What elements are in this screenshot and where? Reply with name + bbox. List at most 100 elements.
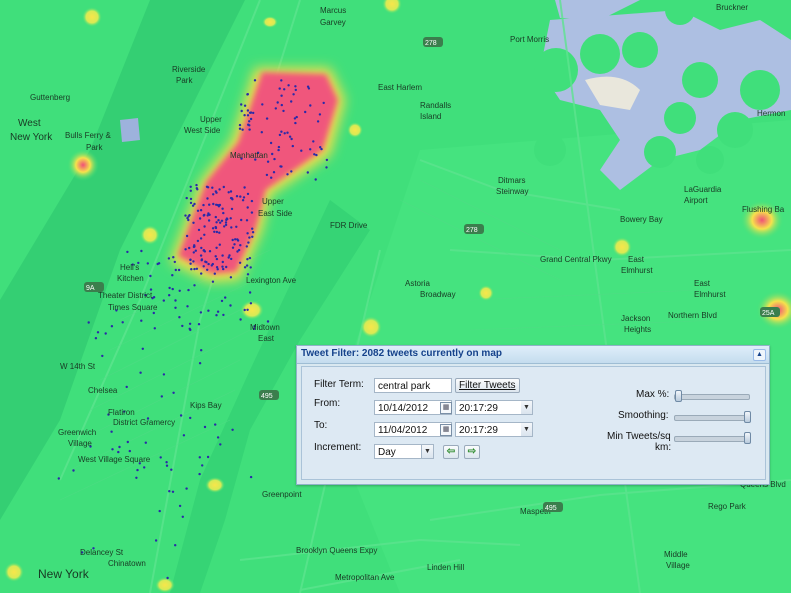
tweet-dot xyxy=(139,371,142,374)
map-label: Marcus xyxy=(320,6,346,15)
tweet-dot xyxy=(189,258,192,262)
tweet-dot xyxy=(158,509,161,513)
tweet-dot xyxy=(154,539,158,542)
tweet-dot xyxy=(246,109,250,112)
map-label: Grand Central Pkwy xyxy=(540,255,612,264)
map-label: Heights xyxy=(624,325,651,334)
tweet-dot xyxy=(196,209,200,212)
tweet-dot xyxy=(243,308,246,312)
slider-thumb[interactable] xyxy=(744,411,751,423)
smoothing-label: Smoothing: xyxy=(618,410,669,421)
tweet-dot xyxy=(153,327,156,330)
filter-term-input[interactable]: central park xyxy=(374,378,452,393)
tweet-dot xyxy=(186,216,189,220)
tweet-dot xyxy=(211,280,215,283)
map-label: Guttenberg xyxy=(30,93,70,102)
smoothing-slider[interactable] xyxy=(674,411,751,423)
heatmap-map[interactable]: Marcus Garvey Riverside Park Port Morris East… xyxy=(0,0,791,593)
tweet-dot xyxy=(197,323,201,326)
tweet-dot xyxy=(190,268,193,271)
increment-dropdown-icon[interactable]: ▼ xyxy=(422,444,434,459)
next-arrow-icon[interactable]: ⇨ xyxy=(464,445,480,459)
from-time-input[interactable]: 20:17:29 xyxy=(455,400,522,415)
tweet-dot xyxy=(206,268,209,271)
tweet-dot xyxy=(219,221,222,224)
max-percent-slider[interactable] xyxy=(674,390,750,402)
from-time-dropdown-icon[interactable]: ▼ xyxy=(521,400,533,415)
tweet-dot xyxy=(280,130,283,133)
tweet-dot xyxy=(246,308,249,311)
tweet-dot xyxy=(135,476,138,479)
tweet-dot xyxy=(165,464,169,467)
tweet-dot xyxy=(143,466,146,469)
tweet-dot xyxy=(201,464,204,467)
tweet-dot xyxy=(204,260,207,263)
tweet-dot xyxy=(250,211,254,214)
tweet-dot xyxy=(211,186,214,189)
tweet-dot xyxy=(295,115,298,119)
tweet-filter-panel: Tweet Filter: 2082 tweets currently on m… xyxy=(296,345,770,485)
to-time-dropdown-icon[interactable]: ▼ xyxy=(521,422,533,437)
tweet-dot xyxy=(188,246,191,250)
slider-thumb[interactable] xyxy=(744,432,751,444)
map-label: Randalls xyxy=(420,101,451,110)
tweet-dot xyxy=(294,88,297,92)
tweet-dot xyxy=(177,268,181,272)
map-label: West xyxy=(18,118,41,129)
slider-thumb[interactable] xyxy=(675,390,682,402)
tweet-dot xyxy=(294,121,297,125)
increment-select[interactable]: Day xyxy=(374,444,422,459)
calendar-icon[interactable]: ▦ xyxy=(440,402,452,414)
tweet-dot xyxy=(110,325,114,328)
tweet-dot xyxy=(230,207,234,211)
tweet-dot xyxy=(214,215,217,219)
tweet-dot xyxy=(189,197,193,201)
map-label: East Side xyxy=(258,209,293,218)
collapse-icon[interactable]: ▲ xyxy=(753,349,766,361)
tweet-dot xyxy=(224,221,228,224)
water-small xyxy=(120,118,140,142)
tweet-dot xyxy=(206,186,210,189)
map-label: New York xyxy=(10,132,53,143)
tweet-dot xyxy=(216,310,220,313)
tweet-dot xyxy=(325,166,328,169)
tweet-dot xyxy=(104,332,107,335)
tweet-dot xyxy=(217,205,221,208)
tweet-dot xyxy=(193,244,196,247)
heat-glow-uws xyxy=(140,225,160,245)
tweet-dot xyxy=(241,128,244,131)
prev-arrow-icon[interactable]: ⇦ xyxy=(443,445,459,459)
tweet-dot xyxy=(214,255,217,258)
tweet-dot xyxy=(172,256,175,259)
tweet-dot xyxy=(250,199,254,203)
map-label: Metropolitan Ave xyxy=(335,573,395,582)
map-label: East Harlem xyxy=(378,83,422,92)
tweet-dot xyxy=(266,160,270,163)
tweet-dot xyxy=(126,440,129,444)
calendar-icon[interactable]: ▦ xyxy=(440,424,452,436)
tweet-dot xyxy=(272,171,276,174)
tweet-dot xyxy=(249,266,252,269)
map-label: Flatiron xyxy=(108,408,135,417)
tweet-dot xyxy=(214,190,217,193)
to-time-input[interactable]: 20:17:29 xyxy=(455,422,522,437)
tweet-dot xyxy=(167,257,171,260)
tweet-dot xyxy=(140,249,143,253)
min-tweets-slider[interactable] xyxy=(674,432,751,444)
tweet-dot xyxy=(184,214,187,217)
map-label: Hell's xyxy=(120,263,139,272)
tweet-dot xyxy=(222,185,225,189)
tweet-dot xyxy=(247,241,250,244)
tweet-dot xyxy=(240,109,243,113)
tweet-dot xyxy=(185,234,189,238)
tweet-dot xyxy=(249,117,253,121)
tweet-dot xyxy=(290,137,293,141)
map-label: Kitchen xyxy=(117,274,144,283)
tweet-dot xyxy=(198,456,201,459)
filter-tweets-button[interactable]: Filter Tweets xyxy=(455,378,520,393)
tweet-dot xyxy=(96,331,100,334)
tweet-dot xyxy=(117,450,120,454)
tweet-dot xyxy=(292,93,295,96)
tweet-dot xyxy=(282,109,285,113)
map-label: Flushing Ba xyxy=(742,205,785,214)
